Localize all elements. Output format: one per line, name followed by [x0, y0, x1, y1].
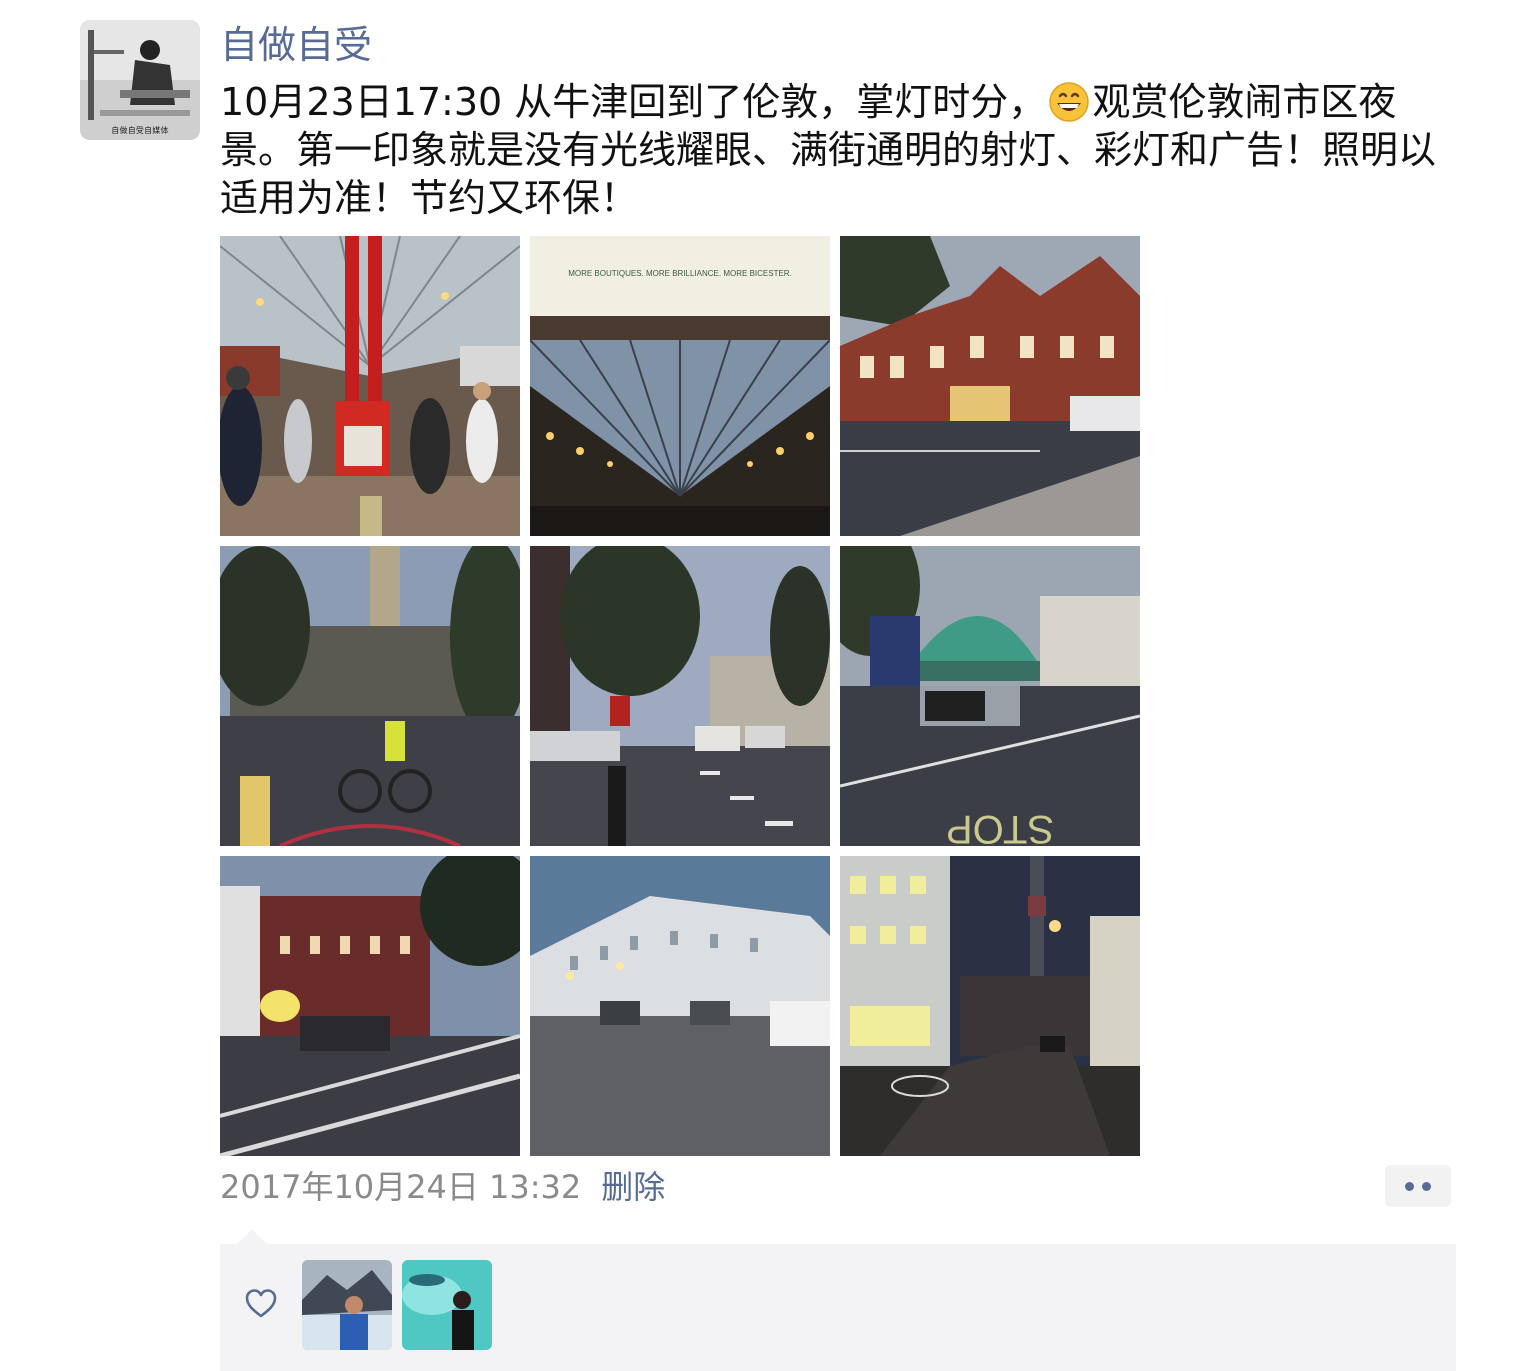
- photo-busy-street[interactable]: [530, 546, 830, 846]
- post-meta: 2017年10月24日 13:32 删除: [220, 1165, 665, 1209]
- more-actions-button[interactable]: [1385, 1165, 1451, 1207]
- photo-tower-night[interactable]: [840, 856, 1140, 1156]
- avatar-photo: [80, 20, 200, 140]
- avatar-caption: 自做自受自媒体: [111, 126, 169, 135]
- liker-avatar[interactable]: [402, 1260, 492, 1350]
- author-name[interactable]: 自做自受: [220, 20, 372, 70]
- author-avatar[interactable]: 自做自受自媒体: [80, 20, 200, 140]
- svg-text:STOP: STOP: [946, 807, 1054, 846]
- grinning-face-icon: [1049, 82, 1090, 122]
- photo-train-platform[interactable]: [220, 236, 520, 536]
- delete-button[interactable]: 删除: [601, 1168, 665, 1206]
- photo-white-terrace[interactable]: [530, 856, 830, 1156]
- billboard-text: MORE BOUTIQUES. MORE BRILLIANCE. MORE BI…: [568, 269, 792, 278]
- photo-green-dome[interactable]: STOP: [840, 546, 1140, 846]
- likes-panel-arrow: [236, 1229, 268, 1245]
- liker-avatar[interactable]: [302, 1260, 392, 1350]
- more-dot-icon: [1422, 1182, 1431, 1191]
- heart-outline-icon: [245, 1289, 277, 1318]
- photo-grid: MORE BOUTIQUES. MORE BRILLIANCE. MORE BI…: [220, 236, 1140, 1156]
- post-text-part-1: 10月23日17:30 从牛津回到了伦敦，掌灯时分，: [220, 80, 1047, 124]
- photo-red-building[interactable]: [220, 856, 520, 1156]
- photo-cyclist-street[interactable]: [220, 546, 520, 846]
- more-dot-icon: [1405, 1182, 1414, 1191]
- photo-station-building[interactable]: [840, 236, 1140, 536]
- post-text: 10月23日17:30 从牛津回到了伦敦，掌灯时分， 观赏伦敦闹市区夜景。第一印象…: [220, 78, 1470, 222]
- post-timestamp: 2017年10月24日 13:32: [220, 1168, 582, 1206]
- photo-station-roof[interactable]: MORE BOUTIQUES. MORE BRILLIANCE. MORE BI…: [530, 236, 830, 536]
